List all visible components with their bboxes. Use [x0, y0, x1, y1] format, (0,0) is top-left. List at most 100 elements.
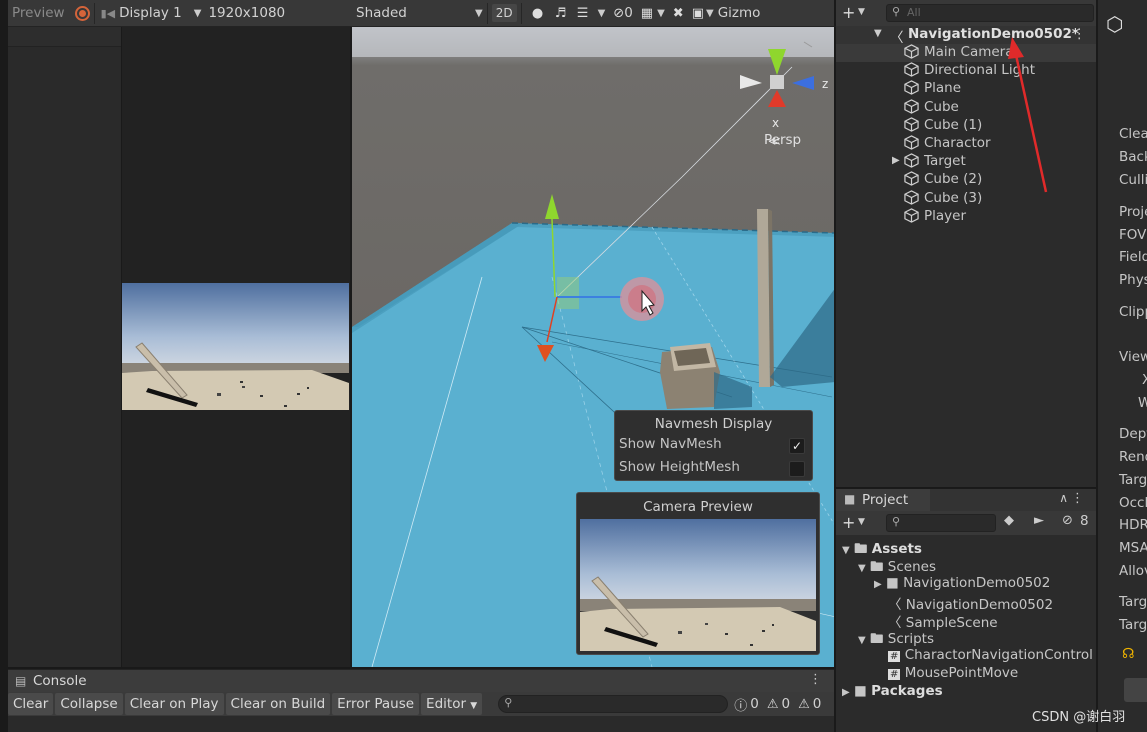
camera-icon[interactable]: ▣	[692, 6, 704, 21]
axis-z-label: z	[822, 77, 828, 91]
inspector-panel: ⬡ Clea Back Culli Proje FOV Field Phys Clipp Vie…	[1096, 0, 1147, 732]
project-toolbar: + ▼ ⚲ ◆ ► ⊘ 8	[834, 511, 1096, 535]
inspector-field-label: Targ	[1119, 617, 1147, 633]
inspector-field-label: Proje	[1119, 204, 1147, 220]
console-clear-button[interactable]: Clear	[8, 693, 54, 715]
project-menu-icon[interactable]: ⋮	[1071, 491, 1084, 506]
console-tab-bar: ▤ Console ⋮	[8, 669, 834, 692]
hierarchy-toolbar: + ▼ ⚲ All	[834, 0, 1096, 27]
sample-scene-file[interactable]: 〈 SampleScene	[888, 611, 998, 631]
create-caret-icon[interactable]: ▼	[858, 517, 865, 527]
navigation-scene-file[interactable]: 〈 NavigationDemo0502	[888, 593, 1053, 613]
create-icon[interactable]: +	[842, 513, 855, 532]
navmesh-display-title: Navmesh Display	[654, 416, 773, 432]
tools-icon[interactable]: ✖	[673, 6, 684, 21]
navmesh-display-overlay: Navmesh Display Show NavMesh ✓ Show Heig…	[614, 410, 813, 481]
camera-caret-icon[interactable]: ▼	[706, 8, 714, 19]
log-count-icon[interactable]: ⓘ	[734, 695, 747, 714]
project-search-input[interactable]: ⚲	[886, 514, 996, 532]
camera-preview-title: Camera Preview	[643, 499, 753, 515]
inspector-field-label: Clea	[1119, 126, 1147, 142]
preview-label[interactable]: Preview	[12, 5, 65, 21]
packages-folder[interactable]: ▶ ■ Packages	[842, 683, 943, 701]
csharp-script-icon: #	[888, 669, 901, 680]
hidden-packages-count: 8	[1080, 513, 1089, 529]
error-count: 0	[812, 696, 822, 712]
inspector-field-label: W	[1138, 395, 1147, 411]
show-navmesh-checkbox[interactable]: ✓	[789, 438, 805, 454]
add-caret-icon[interactable]: ▼	[858, 7, 865, 17]
grid-icon[interactable]: ▦	[641, 6, 653, 21]
console-clear-on-build-button[interactable]: Clear on Build	[225, 693, 331, 715]
grid-caret-icon[interactable]: ▼	[657, 8, 665, 19]
inspector-field-label: Rend	[1119, 449, 1147, 465]
scenes-folder[interactable]: ▼ 🖿 Scenes	[858, 557, 936, 575]
shading-caret-icon[interactable]: ▼	[475, 8, 483, 19]
camera-preview-overlay: Camera Preview	[576, 492, 820, 655]
hidden-objects-icon[interactable]: ⊘	[613, 6, 624, 21]
lock-icon[interactable]: ∧	[1059, 491, 1068, 505]
game-view-toolbar: Preview ▮◀ Display 1 ▼ 1920x1080	[8, 0, 350, 27]
watermark: CSDN @谢白羽	[1032, 710, 1126, 725]
warning-count: 0	[781, 696, 791, 712]
display-dropdown[interactable]: Display 1	[119, 5, 182, 21]
csharp-script-icon: #	[888, 651, 901, 662]
add-component-button[interactable]	[1124, 678, 1147, 702]
show-navmesh-row[interactable]: Show NavMesh ✓	[619, 436, 809, 456]
display-dropdown-caret-icon[interactable]: ▼	[194, 8, 202, 19]
log-count: 0	[750, 696, 759, 712]
error-count-icon[interactable]: ⚠	[798, 697, 810, 712]
inspector-field-label: MSA	[1119, 540, 1147, 556]
inspector-field-label: Targ	[1119, 472, 1147, 488]
project-tab[interactable]: Project	[862, 492, 908, 508]
search-icon: ⚲	[892, 5, 901, 18]
lighting-icon[interactable]: ●	[526, 6, 550, 21]
audio-icon[interactable]: ♬	[550, 6, 572, 21]
inspector-field-label: Clipp	[1119, 304, 1147, 320]
filter-label-icon[interactable]: ►	[1034, 513, 1044, 528]
warning-count-icon[interactable]: ⚠	[767, 697, 779, 712]
show-heightmesh-row[interactable]: Show HeightMesh	[619, 459, 809, 479]
folder-icon: ■	[854, 683, 867, 699]
show-heightmesh-checkbox[interactable]	[789, 461, 805, 477]
game-object-cube-icon: ⬡	[1106, 12, 1124, 36]
console-toolbar: Clear Collapse Clear on Play Clear on Bu…	[8, 692, 834, 716]
script-mouse-point-move[interactable]: # MousePointMove	[888, 665, 1018, 683]
assets-folder[interactable]: ▼ 🖿 Assets	[842, 539, 922, 557]
console-icon: ▤	[15, 674, 27, 688]
camera-preview-render	[580, 519, 816, 651]
inspector-field-label: FOV	[1119, 227, 1147, 243]
console-menu-icon[interactable]: ⋮	[809, 672, 822, 687]
script-navigation-control[interactable]: # CharactorNavigationControl	[888, 647, 1093, 665]
resolution-dropdown[interactable]: 1920x1080	[208, 5, 285, 21]
effects-icon[interactable]: ☰	[572, 6, 594, 21]
console-search-input[interactable]: ⚲	[498, 695, 729, 713]
hierarchy-search-input[interactable]: ⚲ All	[886, 4, 1094, 22]
inspector-field-label: X	[1142, 372, 1147, 388]
hidden-packages-icon[interactable]: ⊘	[1062, 513, 1073, 528]
persp-label: Persp	[764, 132, 801, 148]
console-editor-dropdown[interactable]: Editor ▼	[421, 693, 483, 715]
inspector-field-label: HDR	[1119, 517, 1147, 533]
filter-type-icon[interactable]: ◆	[1004, 513, 1014, 528]
console-error-pause-button[interactable]: Error Pause	[332, 693, 420, 715]
add-icon[interactable]: +	[842, 3, 855, 22]
console-tab[interactable]: Console	[33, 673, 87, 689]
console-log-area[interactable]	[8, 716, 834, 732]
console-clear-on-play-button[interactable]: Clear on Play	[124, 693, 224, 715]
record-icon[interactable]	[74, 5, 90, 21]
navigation-scene-folder[interactable]: ▶ ■ NavigationDemo0502	[874, 575, 1050, 593]
mode-2d-toggle[interactable]: 2D	[491, 4, 517, 22]
folder-icon: ■	[844, 492, 856, 506]
gizmos-dropdown[interactable]: Gizmo	[718, 5, 761, 21]
effects-caret-icon[interactable]: ▼	[598, 8, 606, 19]
show-heightmesh-label: Show HeightMesh	[619, 459, 740, 475]
hierarchy-search-placeholder: All	[907, 6, 921, 19]
search-icon: ⚲	[892, 515, 901, 528]
inspector-field-label: Targ	[1119, 594, 1147, 610]
search-icon: ⚲	[504, 696, 513, 709]
console-collapse-button[interactable]: Collapse	[55, 693, 123, 715]
scripts-folder[interactable]: ▼ 🖿 Scripts	[858, 629, 934, 647]
shading-mode-dropdown[interactable]: Shaded	[356, 5, 471, 21]
inspector-field-label: Allov	[1119, 563, 1147, 579]
